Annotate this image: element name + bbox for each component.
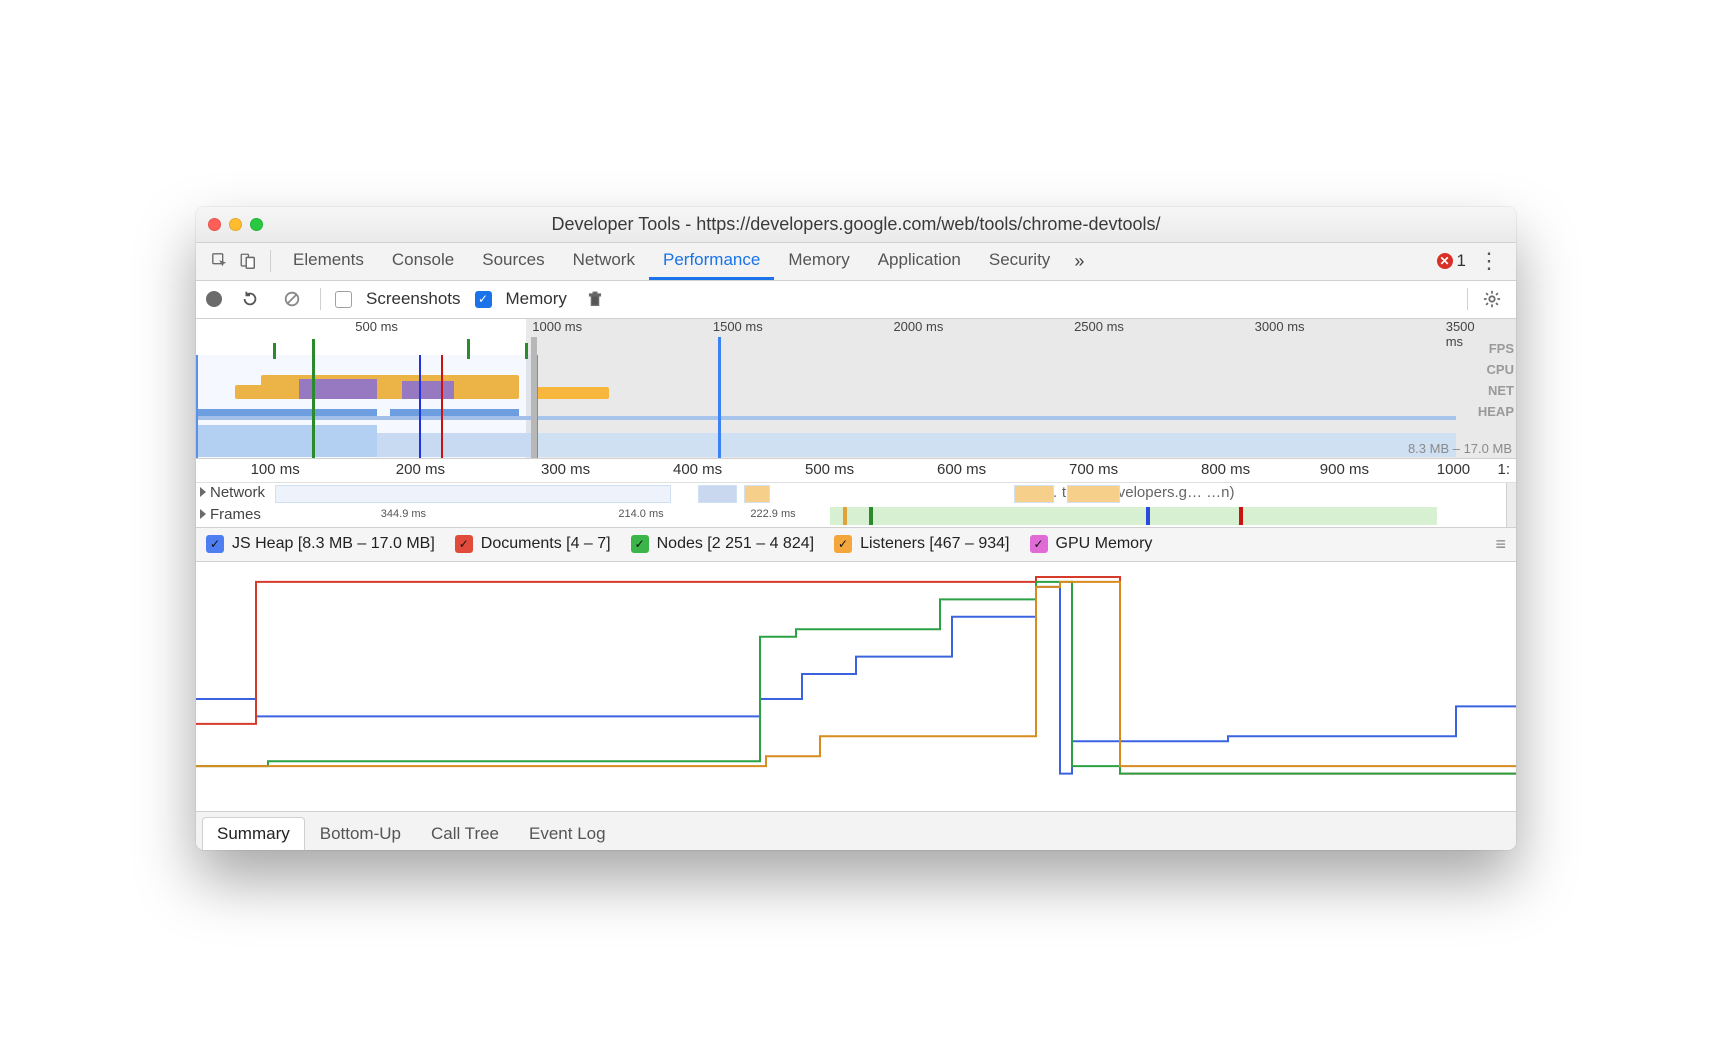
tab-elements[interactable]: Elements	[279, 243, 378, 280]
flame-rows: Network lopers.google.com/ (developers.g…	[196, 483, 1516, 528]
ruler-tick: 100 ms	[251, 461, 300, 478]
memory-label: Memory	[506, 289, 567, 309]
bottom-tab-summary[interactable]: Summary	[202, 817, 305, 850]
overview-tick: 3000 ms	[1255, 319, 1305, 334]
legend-listeners[interactable]: Listeners [467 – 934]	[834, 535, 1009, 553]
ruler-tick: 600 ms	[937, 461, 986, 478]
ov-heap-range: 8.3 MB – 17.0 MB	[1408, 441, 1512, 456]
ov-fps-label: FPS	[1489, 341, 1514, 356]
frames-row[interactable]: Frames 344.9 ms 214.0 ms 222.9 ms	[196, 505, 1516, 527]
window-title: Developer Tools - https://developers.goo…	[196, 214, 1516, 235]
tab-network[interactable]: Network	[559, 243, 649, 280]
legend-nodes[interactable]: Nodes [2 251 – 4 824]	[631, 535, 814, 553]
panel-tabstrip: ElementsConsoleSourcesNetworkPerformance…	[196, 243, 1516, 281]
tab-console[interactable]: Console	[378, 243, 468, 280]
devtools-menu-icon[interactable]: ⋮	[1472, 250, 1506, 272]
memory-checkbox[interactable]	[475, 291, 492, 308]
ruler-tick: 700 ms	[1069, 461, 1118, 478]
tab-sources[interactable]: Sources	[468, 243, 558, 280]
overview-tick: 1000 ms	[532, 319, 582, 334]
bottom-tab-event-log[interactable]: Event Log	[514, 817, 621, 850]
ruler-tick: 300 ms	[541, 461, 590, 478]
overview-tick: 2500 ms	[1074, 319, 1124, 334]
perf-toolbar: Screenshots Memory	[196, 281, 1516, 319]
detail-ruler[interactable]: 100 ms 200 ms 300 ms 400 ms 500 ms 600 ms 700 …	[196, 459, 1516, 483]
tab-application[interactable]: Application	[864, 243, 975, 280]
overview-timeline[interactable]: 500 ms 1000 ms 1500 ms 2000 ms 2500 ms 3000 m…	[196, 319, 1516, 459]
reload-record-icon[interactable]	[236, 285, 264, 313]
ruler-tick: 900 ms	[1320, 461, 1369, 478]
chart-series-documents	[196, 576, 1516, 773]
ruler-tick: 500 ms	[805, 461, 854, 478]
window-minimize-button[interactable]	[229, 218, 242, 231]
record-button[interactable]	[206, 291, 222, 307]
more-tabs-icon[interactable]: »	[1064, 251, 1094, 272]
error-badge[interactable]: ✕ 1	[1431, 251, 1472, 271]
ov-heap-label: HEAP	[1478, 404, 1514, 419]
ov-net-label: NET	[1488, 383, 1514, 398]
ruler-end: 1:	[1497, 461, 1510, 478]
memory-chart[interactable]	[196, 562, 1516, 812]
ruler-tick: 200 ms	[396, 461, 445, 478]
overview-tick: 500 ms	[355, 319, 398, 334]
legend-jsheap[interactable]: JS Heap [8.3 MB – 17.0 MB]	[206, 535, 435, 553]
window-close-button[interactable]	[208, 218, 221, 231]
titlebar: Developer Tools - https://developers.goo…	[196, 207, 1516, 243]
clear-icon[interactable]	[278, 285, 306, 313]
ruler-tick: 800 ms	[1201, 461, 1250, 478]
settings-gear-icon[interactable]	[1478, 285, 1506, 313]
bottom-tab-call-tree[interactable]: Call Tree	[416, 817, 514, 850]
device-toggle-icon[interactable]	[234, 247, 262, 275]
legend-gpu[interactable]: GPU Memory	[1030, 535, 1153, 553]
error-count: 1	[1457, 251, 1466, 271]
screenshots-label: Screenshots	[366, 289, 461, 309]
tab-memory[interactable]: Memory	[774, 243, 863, 280]
inspect-element-icon[interactable]	[206, 247, 234, 275]
error-icon: ✕	[1437, 253, 1453, 269]
overview-right-handle[interactable]	[531, 337, 537, 458]
window-zoom-button[interactable]	[250, 218, 263, 231]
bottom-tab-bottom-up[interactable]: Bottom-Up	[305, 817, 416, 850]
ruler-tick: 400 ms	[673, 461, 722, 478]
overview-tick: 2000 ms	[893, 319, 943, 334]
tab-security[interactable]: Security	[975, 243, 1064, 280]
legend-menu-icon[interactable]: ≡	[1495, 534, 1506, 555]
screenshots-checkbox[interactable]	[335, 291, 352, 308]
overview-tick: 1500 ms	[713, 319, 763, 334]
chart-series-nodes	[196, 581, 1516, 773]
rows-scrollbar[interactable]	[1506, 483, 1516, 527]
memory-legend: JS Heap [8.3 MB – 17.0 MB] Documents [4 …	[196, 528, 1516, 562]
bottom-tabstrip: SummaryBottom-UpCall TreeEvent Log	[196, 812, 1516, 850]
ov-cpu-label: CPU	[1487, 362, 1514, 377]
tab-performance[interactable]: Performance	[649, 243, 774, 280]
gc-trash-icon[interactable]	[581, 285, 609, 313]
legend-documents[interactable]: Documents [4 – 7]	[455, 535, 611, 553]
devtools-window: Developer Tools - https://developers.goo…	[196, 207, 1516, 850]
chart-series-js-heap	[196, 586, 1516, 773]
network-row[interactable]: Network lopers.google.com/ (developers.g…	[196, 483, 1516, 505]
